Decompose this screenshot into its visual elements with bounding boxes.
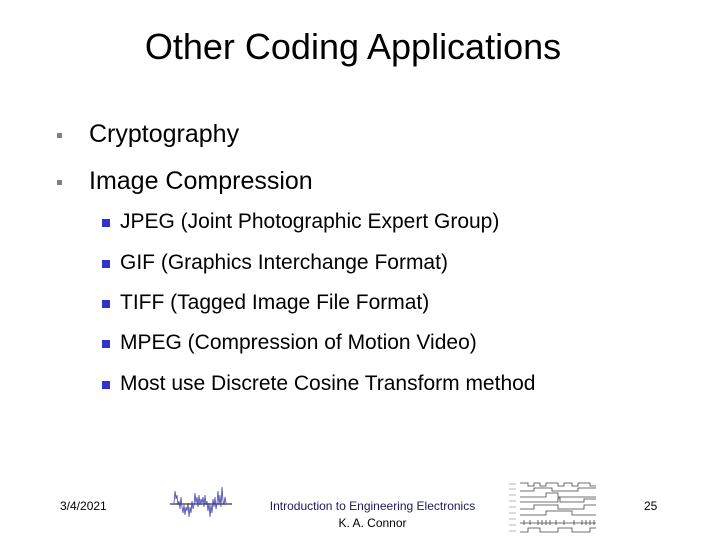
square-bullet-icon: [102, 340, 110, 348]
sub-bullet-text: TIFF (Tagged Image File Format): [120, 291, 430, 314]
noise-signal-icon: [170, 486, 232, 518]
footer-author: K. A. Connor: [338, 516, 407, 530]
sub-bullet-text: Most use Discrete Cosine Transform metho…: [120, 372, 536, 395]
slide-title: Other Coding Applications: [144, 26, 562, 67]
square-bullet-icon: [102, 300, 110, 308]
bullet-icon: [57, 133, 62, 138]
footer-course-title: Introduction to Engineering Electronics: [269, 499, 476, 513]
timing-diagram-icon: [509, 482, 596, 533]
page-number: 25: [644, 499, 658, 513]
bullet-text: Cryptography: [89, 120, 240, 148]
sub-bullet-text: GIF (Graphics Interchange Format): [120, 251, 448, 274]
bullet-icon: [57, 180, 62, 185]
footer-date: 3/4/2021: [60, 499, 107, 513]
footer-course-info: Introduction to Engineering Electronics …: [250, 498, 495, 532]
square-bullet-icon: [102, 260, 110, 268]
square-bullet-icon: [102, 381, 110, 389]
bullet-text: Image Compression: [89, 167, 313, 195]
sub-bullet-text: MPEG (Compression of Motion Video): [120, 331, 477, 354]
sub-bullet-text: JPEG (Joint Photographic Expert Group): [120, 210, 500, 233]
square-bullet-icon: [102, 219, 110, 227]
